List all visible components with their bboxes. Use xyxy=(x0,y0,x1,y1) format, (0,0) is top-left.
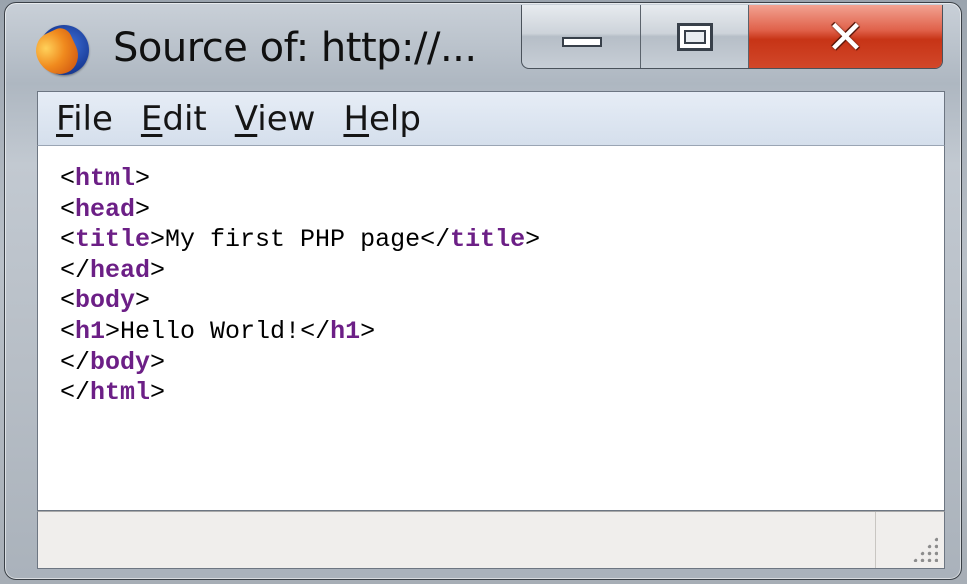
source-text: < xyxy=(60,194,76,224)
source-text: > xyxy=(150,255,166,285)
tag-name: head xyxy=(75,194,136,224)
minimize-icon xyxy=(562,37,602,47)
source-line: <head> xyxy=(60,195,944,226)
minimize-button[interactable] xyxy=(522,5,642,68)
source-text: > xyxy=(150,347,166,377)
close-icon: ✕ xyxy=(826,9,865,64)
menu-item-file[interactable]: File xyxy=(56,99,113,139)
source-text: > xyxy=(150,378,166,408)
maximize-button[interactable] xyxy=(641,5,749,68)
tag-name: title xyxy=(450,225,526,255)
source-text: < xyxy=(60,316,76,346)
tag-name: h1 xyxy=(75,316,106,346)
source-line: <html> xyxy=(60,164,944,195)
source-text: > xyxy=(135,194,151,224)
source-line: </body> xyxy=(60,348,944,379)
source-text: </ xyxy=(60,255,91,285)
menu-item-help[interactable]: Help xyxy=(343,99,421,139)
tag-name: html xyxy=(75,164,136,193)
menu-item-edit[interactable]: Edit xyxy=(141,99,207,139)
source-line: <h1>Hello World!</h1> xyxy=(60,317,944,348)
source-text: > xyxy=(135,164,151,193)
source-line: <body> xyxy=(60,286,944,317)
tag-name: head xyxy=(90,255,151,285)
window-title: Source of: http://... xyxy=(113,25,477,71)
source-text: > xyxy=(360,316,376,346)
source-text: </ xyxy=(60,378,91,408)
tag-name: h1 xyxy=(330,316,361,346)
maximize-icon xyxy=(677,23,714,51)
source-text: < xyxy=(60,225,76,255)
source-text: < xyxy=(60,164,76,193)
source-text: >Hello World!</ xyxy=(105,316,331,346)
menu-item-view[interactable]: View xyxy=(235,99,316,139)
source-line: </html> xyxy=(60,378,944,409)
source-view[interactable]: <html> <head> <title>My first PHP page</ti… xyxy=(37,145,945,511)
resize-grip-icon[interactable] xyxy=(912,536,938,562)
close-button[interactable]: ✕ xyxy=(748,5,942,68)
menu-bar: File Edit View Help xyxy=(37,91,945,145)
tag-name: html xyxy=(90,378,151,408)
firefox-icon[interactable] xyxy=(29,24,89,82)
caption-buttons: ✕ xyxy=(521,5,943,69)
source-text: >My first PHP page</ xyxy=(150,225,451,255)
source-line: <title>My first PHP page</title> xyxy=(60,225,944,256)
status-bar xyxy=(37,511,945,569)
source-text: > xyxy=(525,225,541,255)
tag-name: body xyxy=(75,286,136,316)
source-text: > xyxy=(135,286,151,316)
tag-name: title xyxy=(75,225,151,255)
status-panel xyxy=(38,512,876,568)
title-bar[interactable]: Source of: http://... ✕ xyxy=(5,3,961,89)
source-text: < xyxy=(60,286,76,316)
tag-name: body xyxy=(90,347,151,377)
source-window: Source of: http://... ✕ File Edit View Help… xyxy=(4,2,962,580)
source-line: </head> xyxy=(60,256,944,287)
source-text: </ xyxy=(60,347,91,377)
